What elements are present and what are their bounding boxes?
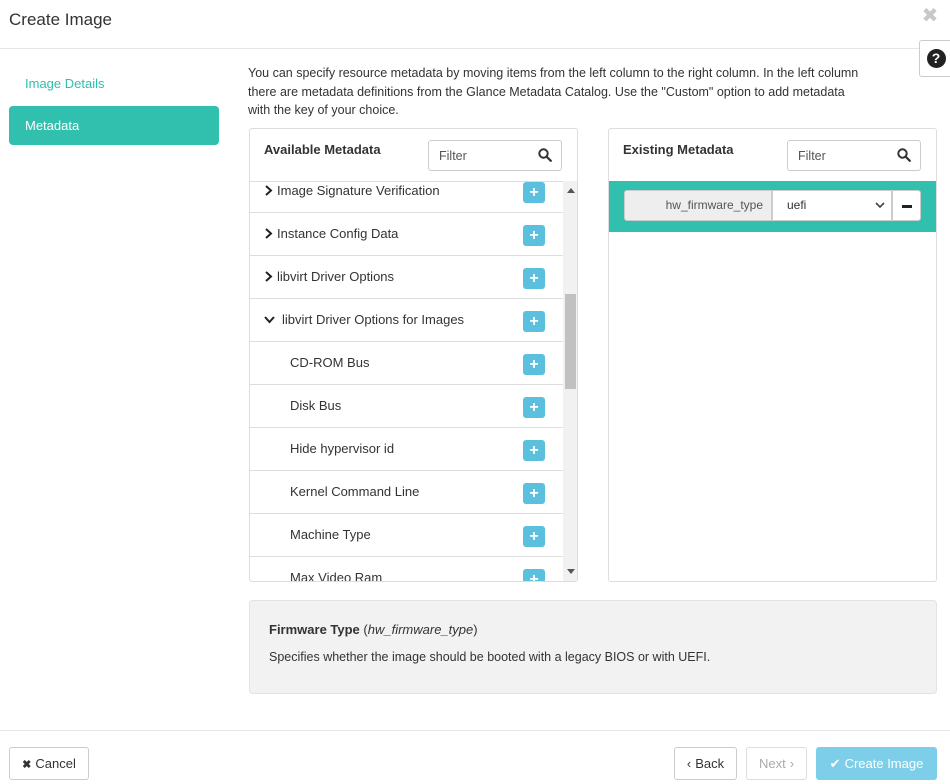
list-item-label: Max Video Ram <box>290 570 383 581</box>
add-metadata-button[interactable]: + <box>523 569 545 581</box>
add-metadata-button[interactable]: + <box>523 397 545 418</box>
list-item[interactable]: Kernel Command Line + <box>250 471 563 514</box>
list-item-label: Instance Config Data <box>277 226 399 241</box>
list-item[interactable]: libvirt Driver Options + <box>250 256 563 299</box>
plus-icon: + <box>529 183 539 201</box>
scroll-thumb[interactable] <box>565 294 576 389</box>
chevron-right-icon <box>265 185 273 196</box>
list-item-label: CD-ROM Bus <box>290 355 370 370</box>
search-icon[interactable] <box>538 148 552 162</box>
description-title: Firmware Type (hw_firmware_type) <box>269 622 478 637</box>
description-text: Specifies whether the image should be bo… <box>269 650 711 664</box>
list-item-label: Image Signature Verification <box>277 183 440 198</box>
list-item-label: Kernel Command Line <box>290 484 420 499</box>
list-item-label: libvirt Driver Options for Images <box>282 312 465 327</box>
list-item-label: Machine Type <box>290 527 371 542</box>
add-metadata-button[interactable]: + <box>523 268 545 289</box>
available-metadata-list: Image Signature Verification + Instance … <box>250 181 563 581</box>
add-metadata-button[interactable]: + <box>523 526 545 547</box>
list-item[interactable]: Image Signature Verification + <box>250 182 563 213</box>
nav-item-metadata[interactable]: Metadata <box>9 106 219 145</box>
available-filter-input[interactable] <box>429 141 529 170</box>
available-metadata-title: Available Metadata <box>264 142 381 157</box>
plus-icon: + <box>529 484 539 502</box>
close-icon: ✖ <box>22 759 32 771</box>
plus-icon: + <box>529 355 539 373</box>
plus-icon: + <box>529 312 539 330</box>
list-item[interactable]: Disk Bus + <box>250 385 563 428</box>
next-button[interactable]: Next › <box>746 747 807 780</box>
add-metadata-button[interactable]: + <box>523 483 545 504</box>
list-item[interactable]: Max Video Ram + <box>250 557 563 581</box>
next-label: Next <box>758 756 786 771</box>
metadata-value: uefi <box>787 198 807 212</box>
scroll-up-arrow[interactable] <box>567 188 575 193</box>
chevron-left-icon: ‹ <box>686 756 692 771</box>
metadata-intro-text: You can specify resource metadata by mov… <box>248 66 859 117</box>
back-label: Back <box>695 756 725 771</box>
search-icon[interactable] <box>897 148 911 162</box>
plus-icon: + <box>529 570 539 581</box>
existing-metadata-row[interactable]: hw_firmware_type uefi <box>609 181 936 232</box>
cancel-label: Cancel <box>35 756 76 771</box>
help-icon: ? <box>926 49 946 68</box>
add-metadata-button[interactable]: + <box>523 225 545 246</box>
metadata-description: Firmware Type (hw_firmware_type) Specifi… <box>249 600 937 694</box>
remove-metadata-button[interactable] <box>892 190 921 221</box>
modal-title: Create Image <box>9 10 112 29</box>
description-key: hw_firmware_type <box>367 622 474 637</box>
back-button[interactable]: ‹ Back <box>674 747 737 780</box>
chevron-down-icon <box>875 202 885 209</box>
chevron-right-icon: › <box>789 756 795 771</box>
list-item-label: Disk Bus <box>290 398 342 413</box>
description-name: Firmware Type <box>269 622 360 637</box>
existing-filter <box>787 140 921 171</box>
list-item[interactable]: Machine Type + <box>250 514 563 557</box>
available-filter <box>428 140 562 171</box>
plus-icon: + <box>529 527 539 545</box>
available-metadata-panel: Available Metadata Image Signature Verif… <box>249 128 578 582</box>
list-scrollbar[interactable] <box>563 181 577 581</box>
create-image-label: Create Image <box>844 756 924 771</box>
chevron-right-icon <box>265 271 273 282</box>
metadata-value-select[interactable]: uefi <box>772 190 892 221</box>
check-icon: ✔ <box>829 756 841 771</box>
cancel-button[interactable]: ✖ Cancel <box>9 747 89 780</box>
add-metadata-button[interactable]: + <box>523 354 545 375</box>
help-button[interactable]: ? <box>919 40 950 77</box>
existing-metadata-title: Existing Metadata <box>623 142 734 157</box>
minus-icon <box>902 205 912 208</box>
create-image-button[interactable]: ✔ Create Image <box>816 747 937 780</box>
existing-metadata-panel: Existing Metadata hw_firmware_type uefi <box>608 128 937 582</box>
metadata-key-label: hw_firmware_type <box>624 190 772 221</box>
add-metadata-button[interactable]: + <box>523 182 545 203</box>
existing-filter-input[interactable] <box>788 141 888 170</box>
plus-icon: + <box>529 226 539 244</box>
scroll-down-arrow[interactable] <box>567 569 575 574</box>
nav-item-image-details[interactable]: Image Details <box>9 64 219 103</box>
list-item-label: libvirt Driver Options <box>277 269 395 284</box>
list-item[interactable]: Instance Config Data + <box>250 213 563 256</box>
add-metadata-button[interactable]: + <box>523 311 545 332</box>
add-metadata-button[interactable]: + <box>523 440 545 461</box>
list-item-label: Hide hypervisor id <box>290 441 395 456</box>
plus-icon: + <box>529 398 539 416</box>
chevron-right-icon <box>265 228 273 239</box>
modal-footer: ✖ Cancel ‹ Back Next › ✔ Create Image <box>0 730 950 784</box>
modal-header: Create Image ✖ <box>0 0 950 49</box>
list-item[interactable]: Hide hypervisor id + <box>250 428 563 471</box>
plus-icon: + <box>529 269 539 287</box>
list-item[interactable]: CD-ROM Bus + <box>250 342 563 385</box>
list-item[interactable]: libvirt Driver Options for Images + <box>250 299 563 342</box>
chevron-down-icon <box>264 316 275 324</box>
plus-icon: + <box>529 441 539 459</box>
close-icon[interactable]: ✖ <box>920 6 940 26</box>
